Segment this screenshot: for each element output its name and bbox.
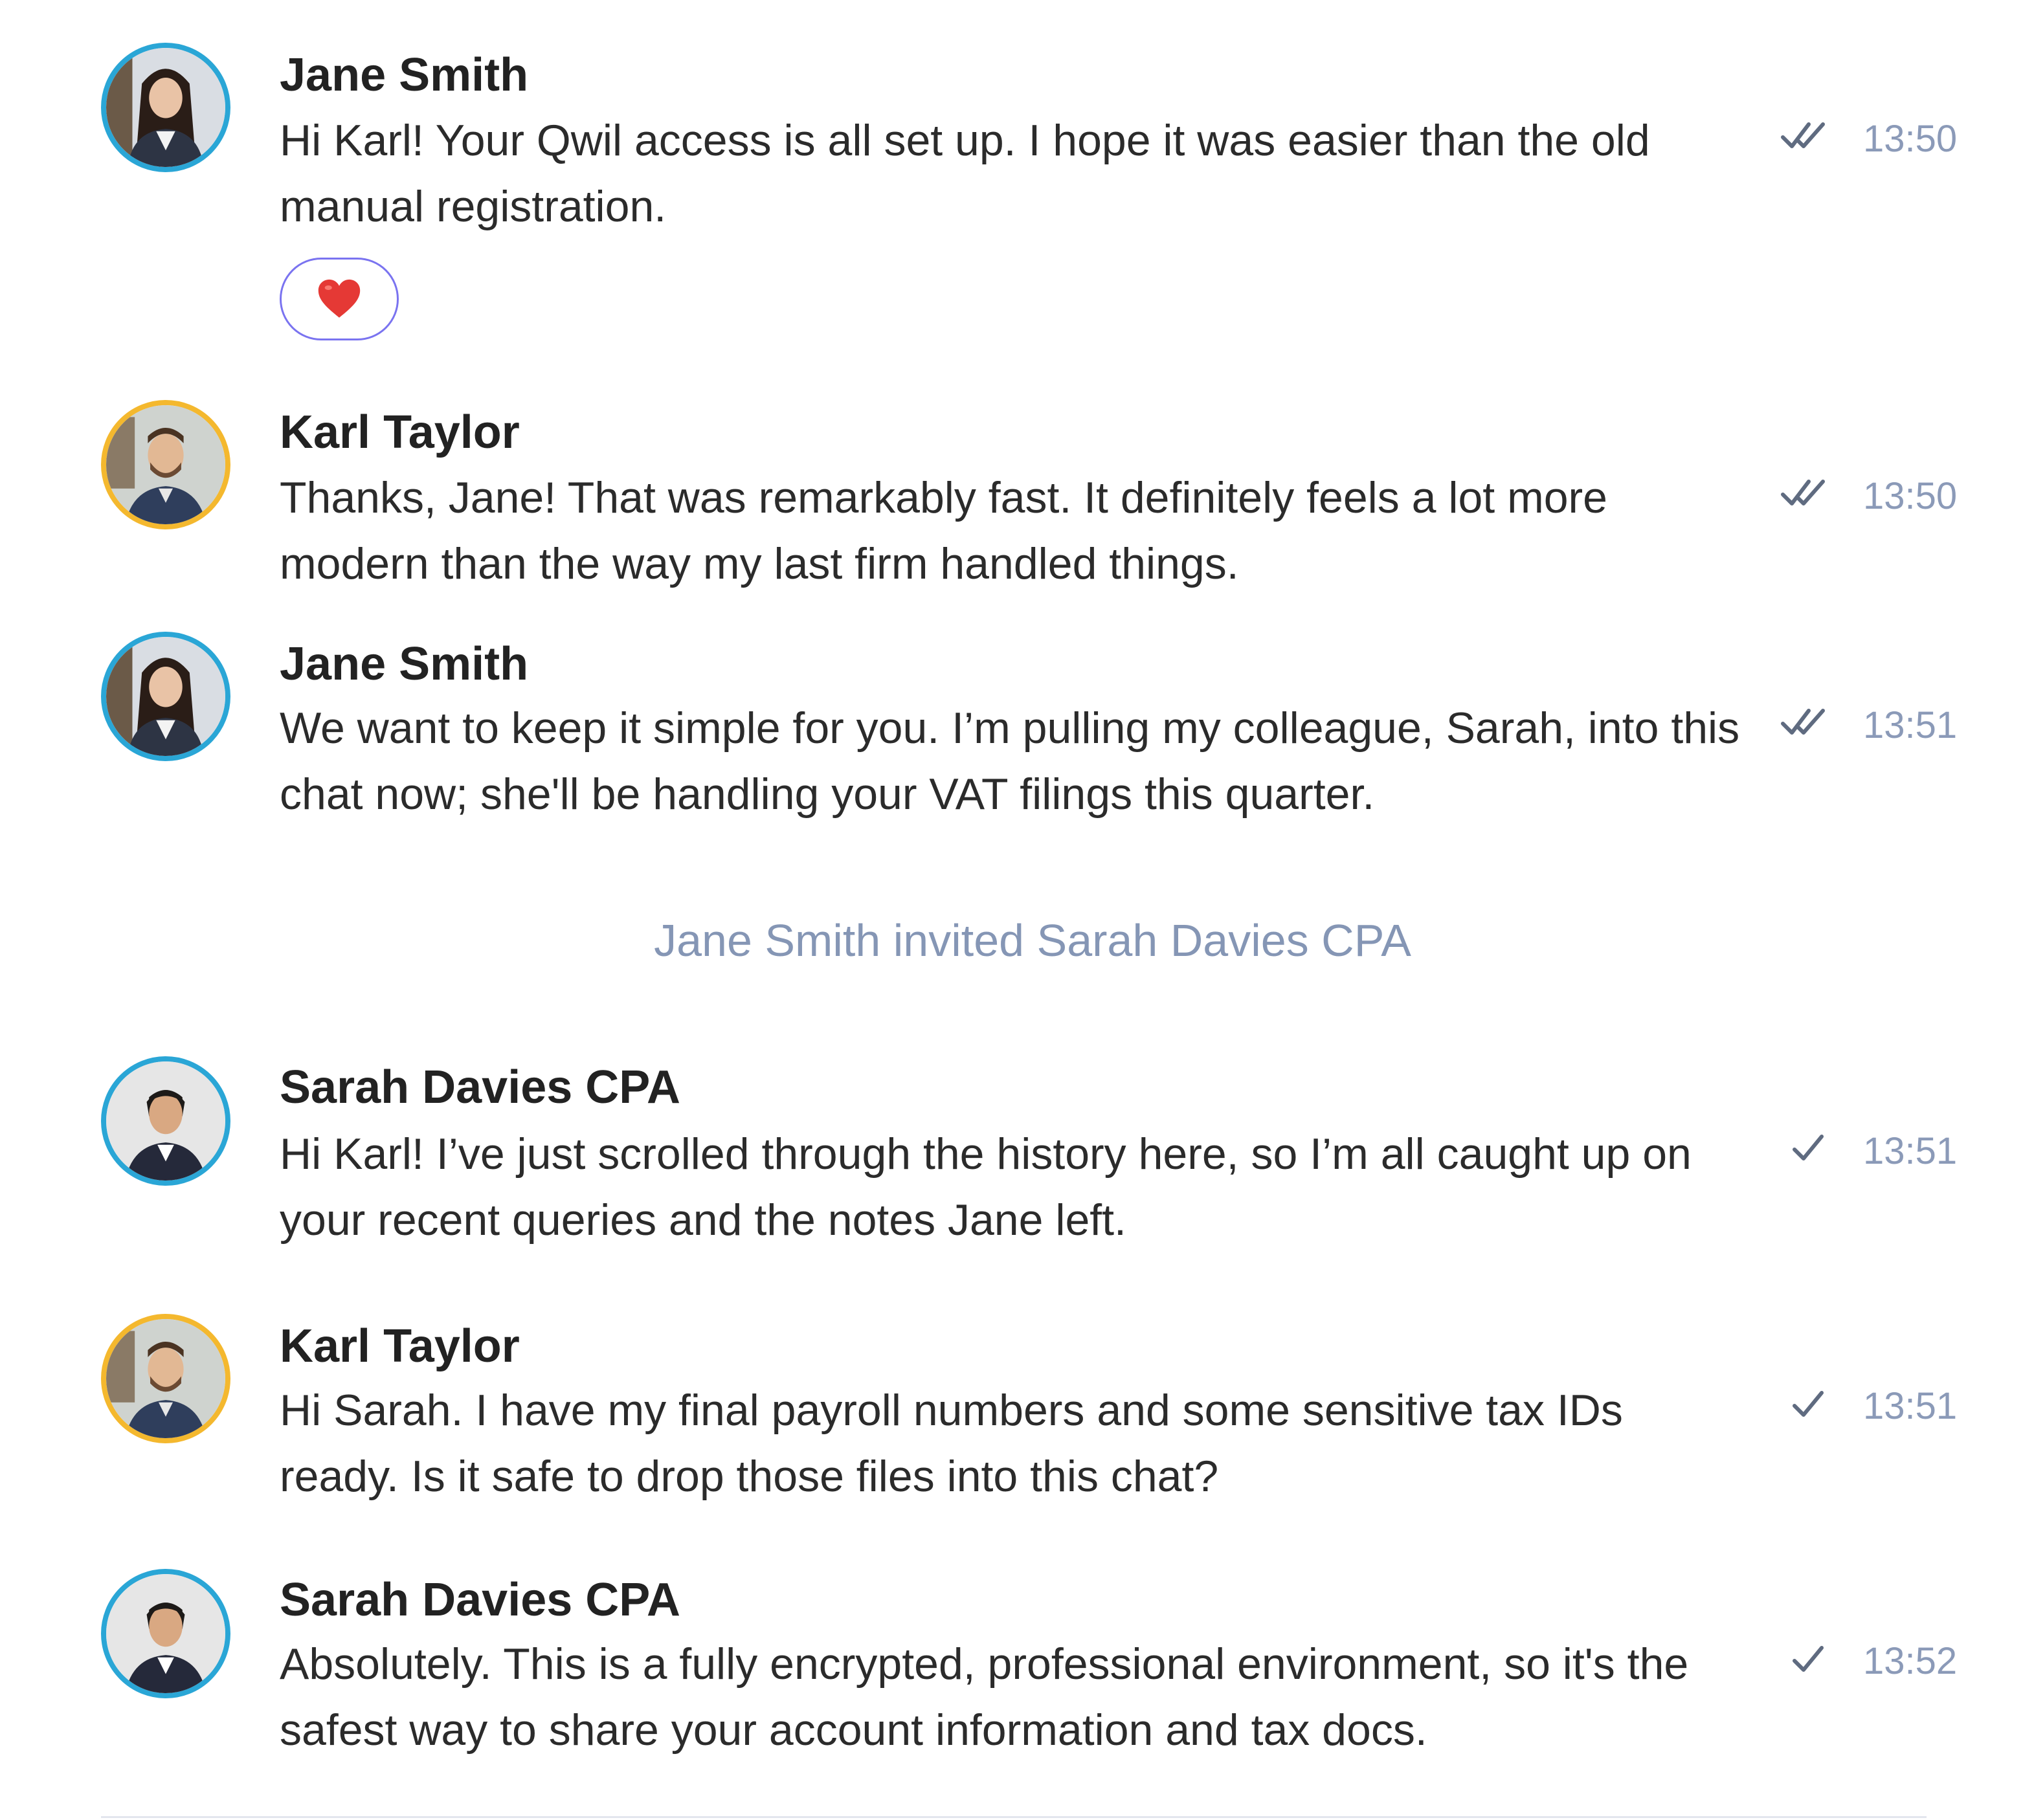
read-double-check-icon [1780, 474, 1839, 513]
sender-name: Karl Taylor [280, 1320, 520, 1372]
sent-single-check-icon [1780, 1640, 1839, 1679]
avatar[interactable] [101, 1056, 230, 1186]
avatar[interactable] [101, 632, 230, 761]
reaction-heart[interactable] [280, 258, 399, 340]
woman-long-dark-hair-avatar-icon [106, 637, 225, 756]
sent-single-check-icon [1780, 1129, 1839, 1168]
sender-name: Jane Smith [280, 49, 529, 101]
avatar[interactable] [101, 1314, 230, 1443]
read-double-check-icon [1780, 703, 1839, 742]
message-text: Thanks, Jane! That was remarkably fast. … [280, 473, 1607, 588]
message-text: Hi Karl! Your Qwil access is all set up.… [280, 116, 1650, 231]
avatar[interactable] [101, 1569, 230, 1698]
message-time: 13:52 [1863, 1640, 1958, 1682]
system-event-invite: Jane Smith invited Sarah Davies CPA [654, 915, 1411, 966]
sender-name: Sarah Davies CPA [280, 1061, 680, 1113]
message-time: 13:51 [1863, 704, 1958, 746]
avatar[interactable] [101, 43, 230, 172]
sent-single-check-icon [1780, 1385, 1839, 1424]
message-time: 13:51 [1863, 1130, 1958, 1172]
sender-name: Karl Taylor [280, 406, 520, 458]
message-time: 13:50 [1863, 118, 1958, 160]
message-text: Absolutely. This is a fully encrypted, p… [280, 1639, 1689, 1755]
avatar[interactable] [101, 400, 230, 529]
message-text: Hi Karl! I’ve just scrolled through the … [280, 1129, 1692, 1245]
read-double-check-icon [1780, 117, 1839, 155]
man-short-hair-beard-avatar-icon [106, 1319, 225, 1438]
message-time: 13:50 [1863, 475, 1958, 517]
woman-dark-hair-tied-avatar-icon [106, 1574, 225, 1693]
message-text: Hi Sarah. I have my final payroll number… [280, 1386, 1623, 1501]
heart-icon [318, 279, 361, 318]
sender-name: Sarah Davies CPA [280, 1574, 680, 1626]
woman-long-dark-hair-avatar-icon [106, 48, 225, 167]
message-text: We want to keep it simple for you. I’m p… [280, 704, 1740, 819]
man-short-hair-beard-avatar-icon [106, 405, 225, 524]
message-time: 13:51 [1863, 1385, 1958, 1427]
bottom-divider [101, 1816, 1927, 1818]
sender-name: Jane Smith [280, 638, 529, 690]
woman-dark-hair-tied-avatar-icon [106, 1061, 225, 1181]
